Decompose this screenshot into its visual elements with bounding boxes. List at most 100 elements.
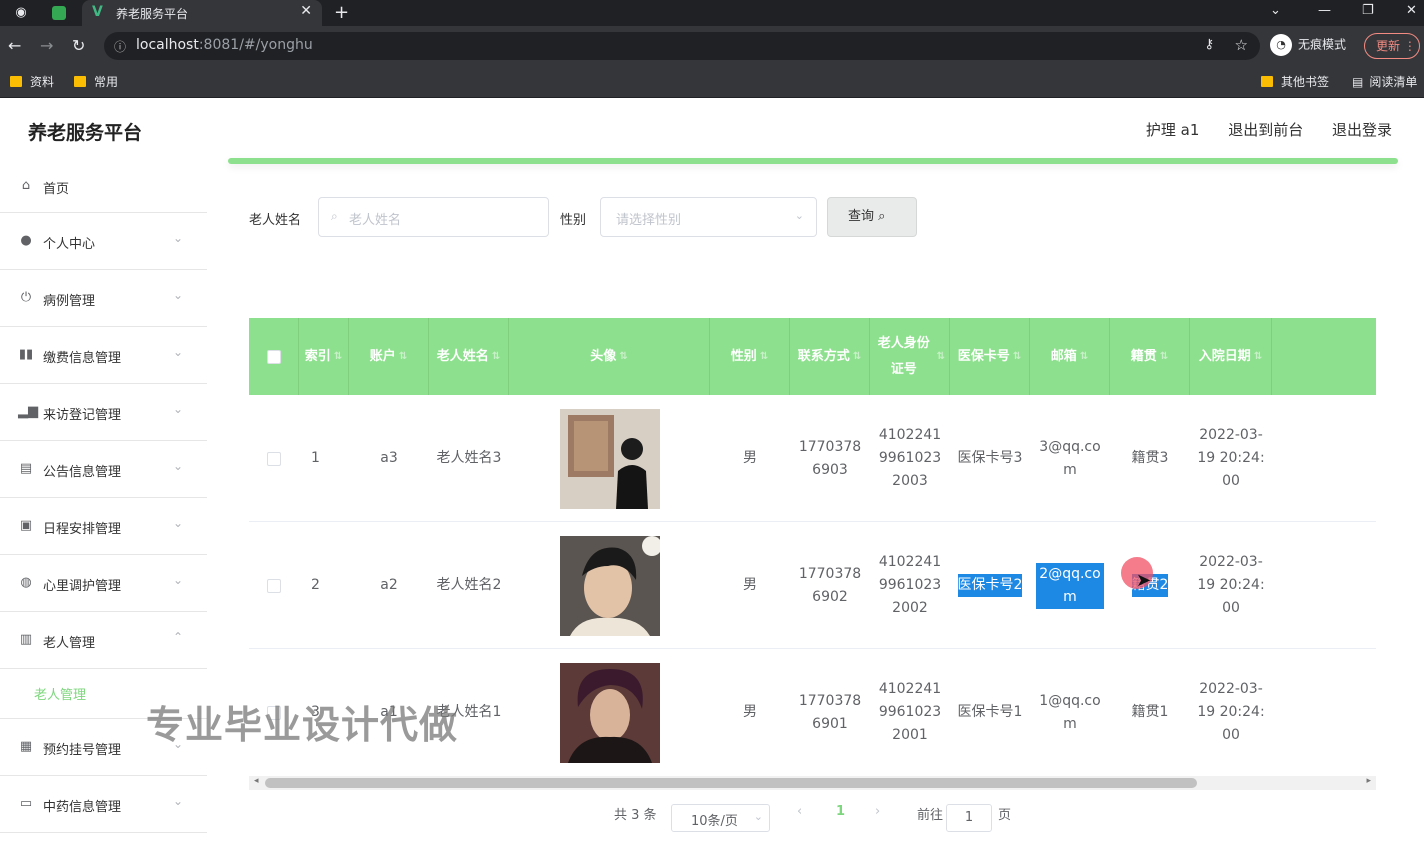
cell-native-place: 籍贯1 — [1131, 704, 1169, 720]
idcard-text: 410224199610232002 — [878, 554, 942, 616]
prev-page-icon[interactable]: ‹ — [797, 804, 802, 819]
site-info-icon[interactable]: ⓘ — [114, 38, 126, 55]
current-user[interactable]: 护理 a1 — [1146, 121, 1200, 139]
query-label: 查询 — [848, 209, 875, 224]
url-field[interactable]: ⓘ localhost:8081/#/yonghu ⚷ ☆ — [104, 32, 1260, 60]
back-to-front-link[interactable]: 退出到前台 — [1228, 121, 1303, 139]
back-icon[interactable]: ← — [8, 36, 21, 55]
col-admit-date[interactable]: 入院日期 ⇅ — [1190, 318, 1272, 395]
close-window-button[interactable]: ✕ — [1406, 3, 1417, 18]
col-email[interactable]: 邮箱 ⇅ — [1030, 318, 1110, 395]
table-row[interactable]: 2 a2 老人姓名2 男 17703786902 410224199610232… — [249, 522, 1376, 649]
scrollbar-thumb[interactable] — [265, 778, 1197, 788]
logout-link[interactable]: 退出登录 — [1332, 121, 1392, 139]
bars-icon: ▮▮ — [18, 347, 34, 362]
update-button[interactable]: 更新 ⋮ — [1364, 33, 1420, 59]
row-select-cell — [249, 395, 299, 522]
pinned-tab-icon[interactable] — [52, 6, 66, 20]
browser-menu-icon[interactable]: ◉ — [12, 4, 30, 22]
row-checkbox[interactable] — [267, 578, 281, 593]
cell-phone: 17703786902 — [798, 565, 862, 605]
sidebar-item-label: 中药信息管理 — [43, 800, 122, 815]
sidebar-item-schedule[interactable]: ▣ 日程安排管理 ⌄ — [0, 498, 207, 555]
goto-page-input[interactable]: 1 — [946, 804, 992, 832]
new-tab-button[interactable]: + — [334, 2, 349, 23]
col-native-place[interactable]: 籍贯 ⇅ — [1110, 318, 1190, 395]
avatar-image[interactable] — [559, 662, 660, 763]
sidebar-item-label: 公告信息管理 — [43, 465, 122, 480]
sort-icon[interactable]: ⇅ — [399, 344, 407, 370]
col-insurance-card[interactable]: 医保卡号 ⇅ — [950, 318, 1030, 395]
next-page-icon[interactable]: › — [875, 804, 880, 819]
sidebar-item-psych[interactable]: ◍ 心里调护管理 ⌄ — [0, 555, 207, 612]
power-icon: ⏻ — [20, 290, 32, 305]
sort-icon[interactable]: ⇅ — [937, 344, 945, 370]
mouse-cursor-icon: ➤ — [1136, 570, 1152, 591]
gender-select[interactable]: 请选择性别 ⌄ — [600, 197, 817, 237]
col-gender[interactable]: 性别 ⇅ — [710, 318, 790, 395]
sidebar-item-payments[interactable]: ▮▮ 缴费信息管理 ⌄ — [0, 327, 207, 384]
col-label: 邮箱 — [1050, 348, 1077, 364]
avatar-image[interactable] — [559, 408, 660, 509]
row-checkbox[interactable] — [267, 451, 281, 466]
name-search-input[interactable]: ⌕ 老人姓名 — [318, 197, 549, 237]
sort-icon[interactable]: ⇅ — [1080, 344, 1088, 370]
url-host: localhost — [136, 37, 199, 53]
horizontal-scrollbar[interactable]: ◂ ▸ — [249, 776, 1376, 790]
col-idcard[interactable]: 老人身份证号 ⇅ — [870, 318, 950, 395]
col-account[interactable]: 账户 ⇅ — [349, 318, 429, 395]
minimize-button[interactable]: — — [1318, 3, 1331, 18]
col-index[interactable]: 索引 ⇅ — [299, 318, 349, 395]
col-avatar[interactable]: 头像 ⇅ — [509, 318, 710, 395]
query-button[interactable]: 查询 ⌕ — [827, 197, 917, 237]
sidebar-item-profile[interactable]: ● 个人中心 ⌄ — [0, 213, 207, 270]
selected-text: 2@qq.com — [1036, 562, 1104, 609]
sort-icon[interactable]: ⇅ — [619, 344, 627, 370]
scroll-left-icon[interactable]: ◂ — [254, 776, 259, 786]
sidebar-subitem-label: 老人管理 — [34, 688, 87, 703]
sort-icon[interactable]: ⇅ — [492, 344, 500, 370]
col-label: 籍贯 — [1130, 348, 1157, 364]
tab-close-icon[interactable]: ✕ — [300, 3, 312, 19]
scroll-right-icon[interactable]: ▸ — [1366, 776, 1371, 786]
folder-icon — [10, 76, 22, 87]
cell-index: 2 — [311, 577, 320, 593]
page-size-select[interactable]: 10条/页 ⌄ — [671, 804, 770, 832]
cell-email: 1@qq.com — [1039, 692, 1101, 732]
sidebar-item-visits[interactable]: ▂▆ 来访登记管理 ⌄ — [0, 384, 207, 441]
sort-icon[interactable]: ⇅ — [334, 344, 342, 370]
cell-name: 老人姓名2 — [436, 577, 502, 593]
browser-tab-active[interactable]: V 养老服务平台 ✕ — [82, 0, 322, 26]
sort-icon[interactable]: ⇅ — [1254, 344, 1262, 370]
sort-icon[interactable]: ⇅ — [1013, 344, 1021, 370]
sidebar-item-home[interactable]: ⌂ 首页 — [0, 158, 207, 213]
search-icon: ⌕ — [331, 209, 338, 223]
avatar-image[interactable] — [559, 535, 660, 636]
reading-list[interactable]: ▤ 阅读清单 — [1352, 73, 1417, 90]
sidebar-item-medicine[interactable]: ▭ 中药信息管理 ⌄ — [0, 776, 207, 833]
sort-icon[interactable]: ⇅ — [760, 344, 768, 370]
sidebar-item-elderly[interactable]: ▥ 老人管理 ⌃ — [0, 612, 207, 669]
incognito-indicator[interactable]: ◔ 无痕模式 — [1270, 34, 1346, 56]
col-phone[interactable]: 联系方式 ⇅ — [790, 318, 870, 395]
sidebar-item-cases[interactable]: ⏻ 病例管理 ⌄ — [0, 270, 207, 327]
search-icon: ⌕ — [878, 209, 886, 224]
sidebar-item-notices[interactable]: ▤ 公告信息管理 ⌄ — [0, 441, 207, 498]
reload-icon[interactable]: ↻ — [72, 36, 85, 55]
col-name[interactable]: 老人姓名 ⇅ — [429, 318, 509, 395]
other-bookmarks[interactable]: 其他书签 — [1261, 73, 1329, 90]
key-icon[interactable]: ⚷ — [1204, 37, 1214, 52]
select-all-checkbox[interactable] — [266, 349, 281, 364]
bookmarks-bar: 资料 常用 其他书签 ▤ 阅读清单 — [0, 66, 1424, 98]
sort-icon[interactable]: ⇅ — [1160, 344, 1168, 370]
bookmark-star-icon[interactable]: ☆ — [1235, 36, 1248, 54]
page-number-current[interactable]: 1 — [836, 804, 845, 819]
forward-icon[interactable]: → — [40, 36, 53, 55]
sort-icon[interactable]: ⇅ — [853, 344, 861, 370]
bookmark-folder[interactable]: 资料 — [10, 73, 54, 90]
table-row[interactable]: 1 a3 老人姓名3 男 17703786903 410224199610232… — [249, 395, 1376, 522]
bookmark-folder[interactable]: 常用 — [74, 73, 118, 90]
tab-search-icon[interactable]: ⌄ — [1270, 3, 1281, 18]
col-label: 入院日期 — [1198, 348, 1251, 364]
maximize-button[interactable]: ❐ — [1362, 3, 1374, 18]
